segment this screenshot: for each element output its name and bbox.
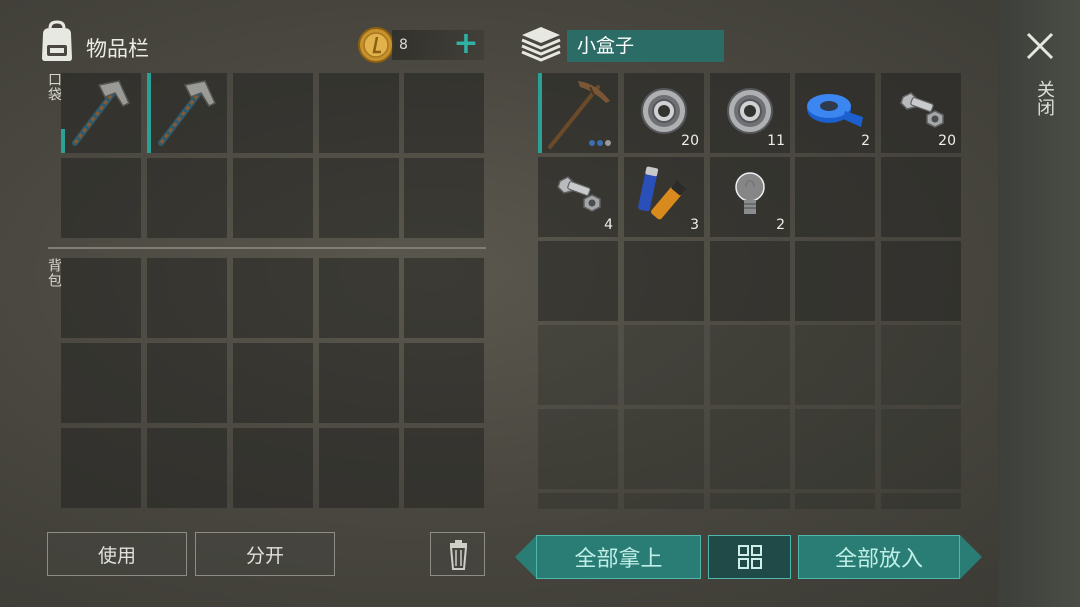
- item-quantity: 4: [604, 217, 613, 233]
- container-name-field[interactable]: 小盒子: [567, 30, 724, 62]
- locked-slot: [795, 325, 875, 405]
- pocket-slot[interactable]: [61, 73, 141, 153]
- pocket-slot[interactable]: [147, 158, 227, 238]
- locked-slot: [624, 493, 704, 509]
- pickaxe-hammer-icon: [158, 80, 216, 146]
- pocket-slot[interactable]: [319, 158, 399, 238]
- put-all-arrow: [960, 535, 982, 579]
- locked-slot: [624, 325, 704, 405]
- pocket-slot[interactable]: [404, 158, 484, 238]
- trash-icon: [449, 540, 468, 570]
- backpack-slot[interactable]: [61, 258, 141, 338]
- stone-pickaxe-icon: [548, 81, 611, 149]
- container-slot[interactable]: 11: [710, 73, 790, 153]
- container-slot[interactable]: [795, 241, 875, 321]
- backpack-slot[interactable]: [319, 343, 399, 423]
- close-label[interactable]: 关闭: [1031, 80, 1057, 116]
- locked-slot: [710, 409, 790, 489]
- locked-slot: [881, 493, 961, 509]
- pocket-slot[interactable]: [319, 73, 399, 153]
- container-slot[interactable]: [795, 157, 875, 237]
- backpack-icon: [42, 20, 72, 61]
- take-all-arrow: [515, 535, 537, 579]
- backpack-slot[interactable]: [61, 428, 141, 508]
- locked-slot: [710, 493, 790, 509]
- backpack-slot[interactable]: [319, 428, 399, 508]
- pocket-slot[interactable]: [147, 73, 227, 153]
- trash-button[interactable]: [430, 532, 485, 576]
- container-slot[interactable]: [881, 241, 961, 321]
- backpack-slot[interactable]: [233, 428, 313, 508]
- item-quantity: 2: [861, 133, 870, 149]
- locked-slot: [538, 325, 618, 405]
- item-quantity: 2: [776, 217, 785, 233]
- backpack-slot[interactable]: [319, 258, 399, 338]
- container-slot[interactable]: 20: [624, 73, 704, 153]
- backpack-slot[interactable]: [404, 258, 484, 338]
- container-slot[interactable]: [538, 73, 618, 153]
- locked-slot: [795, 493, 875, 509]
- container-slot[interactable]: [538, 241, 618, 321]
- put-all-button[interactable]: 全部放入: [798, 535, 960, 579]
- locked-slot: [881, 325, 961, 405]
- pickaxe-hammer-icon: [72, 80, 130, 146]
- pocket-slot[interactable]: [61, 158, 141, 238]
- item-quantity: 20: [681, 133, 699, 149]
- container-slot[interactable]: 2: [710, 157, 790, 237]
- backpack-slot[interactable]: [147, 343, 227, 423]
- container-slot[interactable]: 3: [624, 157, 704, 237]
- container-slot[interactable]: [881, 157, 961, 237]
- locked-slot: [881, 409, 961, 489]
- backpack-slot[interactable]: [404, 428, 484, 508]
- item-quantity: 3: [690, 217, 699, 233]
- grid-sort-icon: [737, 545, 762, 569]
- item-quantity: 20: [938, 133, 956, 149]
- container-slot[interactable]: [710, 241, 790, 321]
- box-icon: [521, 27, 561, 62]
- backpack-slot[interactable]: [61, 343, 141, 423]
- locked-slot: [710, 325, 790, 405]
- close-icon[interactable]: [1024, 30, 1056, 62]
- locked-slot: [538, 493, 618, 509]
- locked-slot: [538, 409, 618, 489]
- pocket-slot[interactable]: [233, 158, 313, 238]
- use-button[interactable]: 使用: [47, 532, 187, 576]
- container-slot[interactable]: 20: [881, 73, 961, 153]
- container-slot[interactable]: 2: [795, 73, 875, 153]
- inventory-title: 物品栏: [86, 37, 149, 61]
- coin-count: 8: [399, 37, 408, 53]
- pocket-slot[interactable]: [233, 73, 313, 153]
- sort-button[interactable]: [708, 535, 791, 579]
- section-divider: [48, 247, 486, 249]
- locked-slot: [795, 409, 875, 489]
- coin-icon: [358, 27, 394, 63]
- backpack-slot[interactable]: [147, 428, 227, 508]
- backpack-slot[interactable]: [233, 258, 313, 338]
- split-button[interactable]: 分开: [195, 532, 335, 576]
- add-coins-button[interactable]: +: [451, 28, 481, 60]
- backpack-slot[interactable]: [147, 258, 227, 338]
- pocket-slot[interactable]: [404, 73, 484, 153]
- container-slot[interactable]: [624, 241, 704, 321]
- backpack-slot[interactable]: [233, 343, 313, 423]
- container-slot[interactable]: 4: [538, 157, 618, 237]
- item-quantity: 11: [767, 133, 785, 149]
- locked-slot: [624, 409, 704, 489]
- take-all-button[interactable]: 全部拿上: [536, 535, 701, 579]
- backpack-slot[interactable]: [404, 343, 484, 423]
